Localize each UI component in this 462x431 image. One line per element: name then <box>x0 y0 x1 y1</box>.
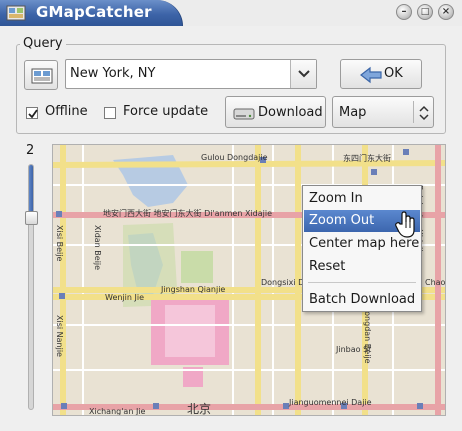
menu-item-batch-download[interactable]: Batch Download <box>304 289 420 311</box>
map-type-select[interactable]: Map <box>332 96 434 128</box>
map-tools-button[interactable] <box>24 60 58 90</box>
window-title: GMapCatcher <box>36 3 152 21</box>
hard-drive-icon <box>233 108 255 120</box>
label-dongdan: Dongdan Beije <box>363 305 372 364</box>
map-context-menu: Zoom In Zoom Out Center map here Reset B… <box>302 185 422 312</box>
label-wenjin: Wenjin Jie <box>105 293 144 302</box>
label-xisi-beije: Xisi Beije <box>55 225 64 262</box>
ok-button[interactable]: OK <box>340 59 422 89</box>
location-input[interactable]: New York, NY <box>70 66 155 81</box>
palace-inner <box>165 305 215 357</box>
minimize-icon[interactable]: – <box>396 4 412 20</box>
hand-cursor-icon <box>395 211 415 238</box>
download-button[interactable]: Download <box>225 96 326 128</box>
label-dianmen: 地安门西大街 地安门东大街 Di'anmen Xidajie <box>103 209 273 218</box>
offline-label[interactable]: Offline <box>45 104 88 119</box>
title-bar[interactable]: GMapCatcher – □ × <box>0 0 462 26</box>
map-type-divider <box>413 101 414 123</box>
query-frame-label: Query <box>20 36 66 51</box>
label-xidan: Xidan Beije <box>93 225 102 271</box>
menu-item-zoom-in[interactable]: Zoom In <box>304 188 420 210</box>
zoom-level-label: 2 <box>26 143 35 158</box>
label-dongsi-east: 东四门东大街 <box>343 154 391 163</box>
title-tab: GMapCatcher <box>0 0 183 26</box>
label-jianguomen: Jianguomennei Dajie <box>289 398 372 407</box>
force-update-label[interactable]: Force update <box>123 104 208 119</box>
label-beijing: 北京 <box>187 402 212 416</box>
download-label: Download <box>258 105 323 120</box>
menu-item-reset[interactable]: Reset <box>304 256 420 278</box>
checkmark-icon <box>28 109 38 119</box>
arrow-left-icon <box>360 66 382 84</box>
maximize-icon[interactable]: □ <box>417 4 433 20</box>
chevron-down-icon <box>298 70 310 78</box>
close-icon[interactable]: × <box>438 4 454 20</box>
menu-separator <box>308 282 416 283</box>
gmapcatcher-window: GMapCatcher – □ × Query New York, NY OK <box>0 0 462 431</box>
ok-label: OK <box>384 66 403 81</box>
zoom-slider-handle[interactable] <box>25 211 38 225</box>
label-gulou: Gulou Dongdajie <box>201 153 268 162</box>
label-xichang: Xichang'an Jie <box>89 407 146 416</box>
app-icon <box>6 5 26 21</box>
label-chaoy: Chaoy <box>425 278 446 287</box>
zoom-slider-track[interactable] <box>28 164 34 410</box>
up-down-arrows-icon <box>419 105 429 121</box>
force-update-checkbox[interactable] <box>104 107 116 119</box>
label-xisi-nanjie: Xisi Nanjie <box>55 315 64 357</box>
map-tools-icon <box>31 68 53 84</box>
label-jingshan: Jingshan Qianjie <box>161 285 226 294</box>
location-dropdown-button[interactable] <box>290 60 316 88</box>
location-combo[interactable]: New York, NY <box>65 59 317 89</box>
map-type-value: Map <box>339 105 367 120</box>
park-jingshan <box>181 251 213 283</box>
offline-checkbox[interactable] <box>26 107 38 119</box>
